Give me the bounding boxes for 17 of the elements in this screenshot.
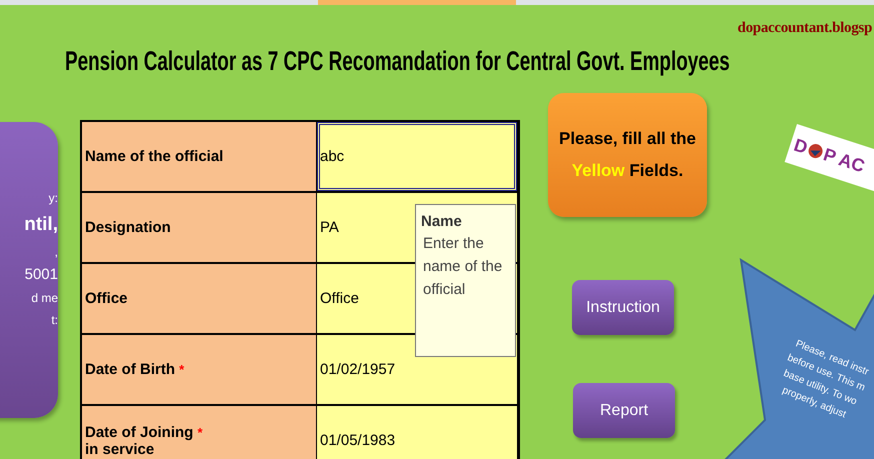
- comment-title: Name: [421, 213, 463, 230]
- info-text: t:: [51, 312, 58, 329]
- info-text: ntil,: [24, 213, 58, 237]
- field-label: Date of Joining *: [85, 424, 204, 440]
- info-text: y:: [48, 190, 58, 207]
- field-label: Date of Birth *: [85, 361, 186, 378]
- field-label: Office: [85, 290, 129, 307]
- info-text: 5001: [24, 265, 58, 285]
- field-label: in service: [85, 440, 156, 458]
- info-text: d me: [31, 290, 58, 307]
- page-title: Pension Calculator as 7 CPC Recomandation for Central Govt. Employees: [65, 46, 730, 77]
- info-text: ,: [54, 244, 58, 261]
- blog-url: dopaccountant.blogsp: [738, 20, 872, 37]
- comment-text: Enter the name of the official: [422, 234, 504, 300]
- field-label: Name of the official: [85, 148, 224, 165]
- notice-text: Please, fill all the Yellow Fields.: [558, 128, 696, 182]
- field-label: Designation: [85, 219, 172, 236]
